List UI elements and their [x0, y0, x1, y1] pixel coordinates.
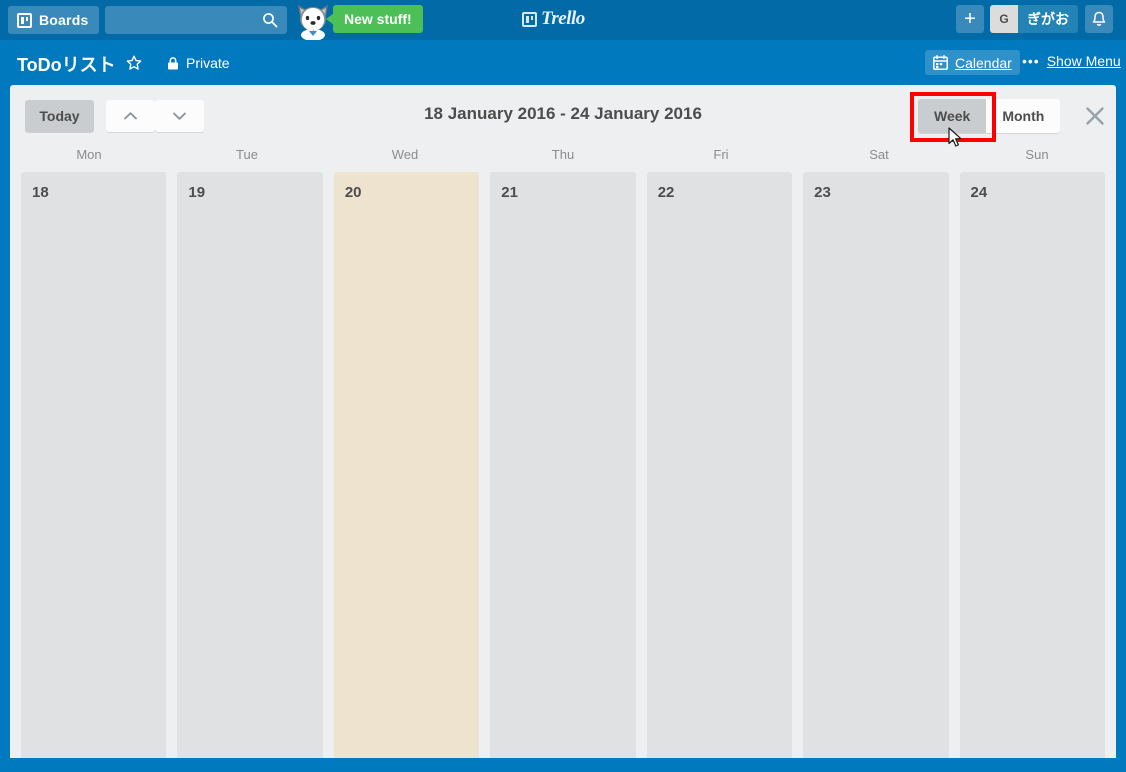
member-name-label: ぎがお	[1018, 5, 1078, 33]
star-icon[interactable]	[126, 55, 142, 71]
notifications-button[interactable]	[1085, 5, 1113, 33]
weekday-label-tue: Tue	[236, 147, 258, 162]
day-column-today[interactable]: 20	[333, 172, 480, 758]
lock-icon	[168, 56, 178, 69]
day-column[interactable]: 24	[959, 172, 1105, 758]
day-number: 21	[501, 184, 518, 201]
weekday-label-mon: Mon	[76, 147, 102, 162]
trello-logo-wordmark: Trello	[541, 8, 585, 29]
show-menu-label: Show Menu	[1046, 53, 1121, 69]
day-number: 19	[188, 184, 206, 201]
day-column[interactable]: 21	[490, 172, 636, 758]
weekday-label-fri: Fri	[713, 147, 729, 162]
day-number: 18	[32, 184, 49, 201]
boards-button[interactable]: Boards	[8, 6, 100, 34]
weekday-header-row: Mon Tue Wed Thu Fri Sat Sun	[10, 147, 1116, 172]
calendar-toolbar: Today 18 January 2016 - 24 January 2016 …	[10, 85, 1116, 147]
board-visibility-label: Private	[186, 55, 230, 71]
member-menu-button[interactable]: G ぎがお	[990, 5, 1078, 33]
day-number: 22	[657, 184, 675, 201]
view-mode-toggle: Week Month	[918, 99, 1061, 133]
avatar: G	[990, 5, 1018, 33]
day-column[interactable]: 22	[646, 172, 793, 758]
plus-icon: +	[964, 7, 976, 30]
week-view-button[interactable]: Week	[918, 99, 987, 133]
month-view-button[interactable]: Month	[986, 99, 1061, 133]
weekday-label-thu: Thu	[551, 147, 575, 162]
trello-logo[interactable]: Trello	[522, 8, 585, 30]
new-stuff-label: New stuff!	[344, 11, 412, 27]
top-navigation-bar: Boards New stuff! Trello + G ぎがお	[0, 0, 1126, 40]
ellipsis-icon: •••	[1022, 53, 1040, 69]
page-title[interactable]: ToDoリスト	[17, 51, 116, 77]
close-calendar-button[interactable]	[1078, 99, 1112, 133]
calendar-day-grid: 18 19 20 21 22 23 24	[21, 172, 1105, 758]
close-icon	[1086, 107, 1104, 125]
day-column[interactable]: 18	[21, 172, 167, 758]
trello-logo-icon	[522, 11, 537, 27]
add-button[interactable]: +	[956, 5, 984, 33]
weekday-label-sat: Sat	[869, 147, 889, 162]
day-number: 20	[344, 184, 362, 201]
day-column[interactable]: 19	[177, 172, 323, 758]
show-menu-button[interactable]: ••• Show Menu	[1022, 53, 1121, 69]
boards-button-label: Boards	[39, 12, 89, 28]
bell-icon	[1092, 11, 1106, 26]
calendar-powerup-button[interactable]: Calendar	[925, 50, 1020, 75]
calendar-panel: Today 18 January 2016 - 24 January 2016 …	[10, 85, 1116, 758]
new-stuff-button[interactable]: New stuff!	[333, 5, 423, 33]
weekday-label-sun: Sun	[1025, 147, 1049, 162]
weekday-label-wed: Wed	[391, 147, 419, 162]
calendar-powerup-label: Calendar	[955, 54, 1012, 71]
board-visibility-button[interactable]: Private	[160, 53, 236, 73]
search-input[interactable]	[105, 6, 287, 34]
board-icon	[17, 12, 32, 28]
day-number: 23	[814, 184, 831, 201]
day-number: 24	[970, 184, 988, 201]
day-column[interactable]: 23	[803, 172, 949, 758]
calendar-icon	[933, 55, 948, 70]
